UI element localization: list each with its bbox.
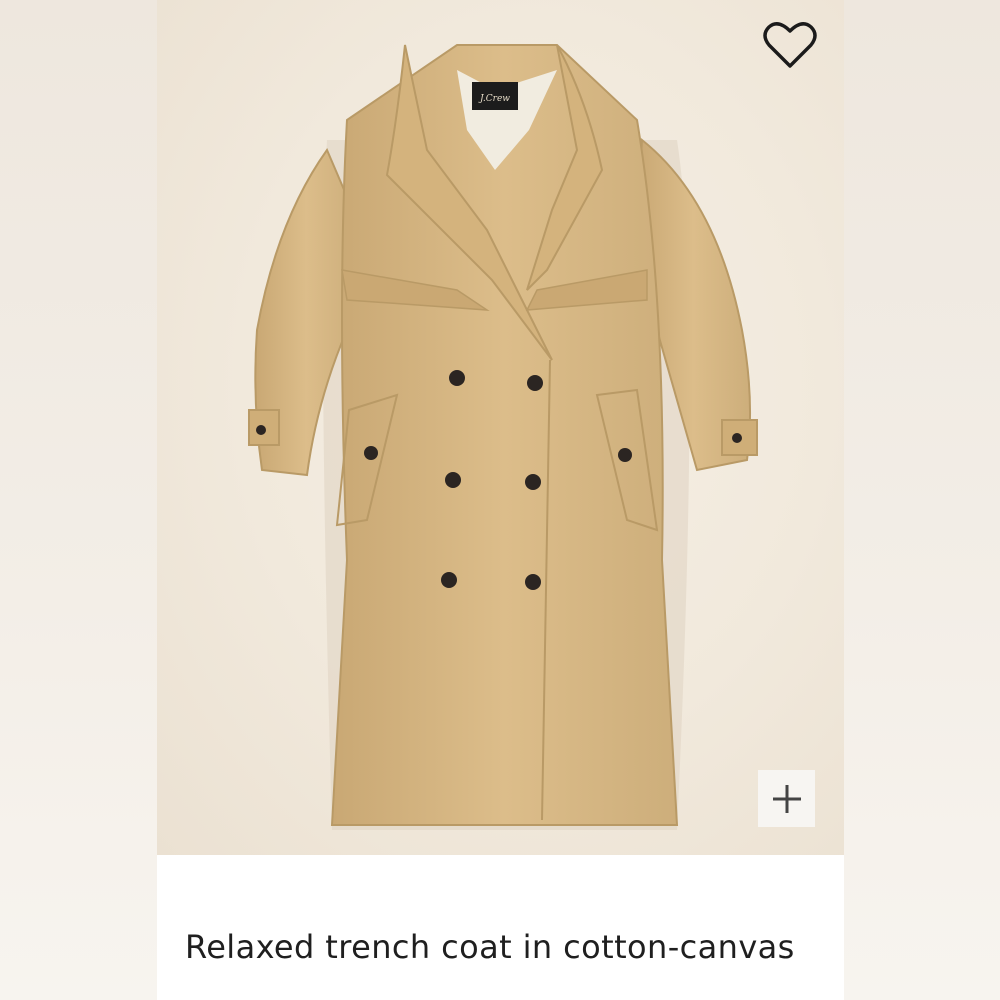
right-backdrop bbox=[844, 0, 1000, 1000]
product-card[interactable]: J.Crew Relaxed trench coat in cotton-can… bbox=[157, 0, 844, 1000]
product-title[interactable]: Relaxed trench coat in cotton-canvas bbox=[185, 928, 825, 966]
plus-icon bbox=[772, 784, 801, 813]
zoom-button[interactable] bbox=[758, 770, 815, 827]
wishlist-button[interactable] bbox=[760, 15, 820, 75]
product-image[interactable]: J.Crew bbox=[157, 0, 844, 855]
coat-button bbox=[618, 448, 632, 462]
coat-button bbox=[441, 572, 457, 588]
heart-outline-icon bbox=[763, 22, 817, 68]
coat-button bbox=[445, 472, 461, 488]
coat-button bbox=[525, 474, 541, 490]
brand-label-text: J.Crew bbox=[478, 94, 510, 104]
coat-button bbox=[525, 574, 541, 590]
coat-button bbox=[527, 375, 543, 391]
trench-coat-image: J.Crew bbox=[248, 44, 758, 830]
coat-button bbox=[364, 446, 378, 460]
coat-button bbox=[449, 370, 465, 386]
left-backdrop bbox=[0, 0, 157, 1000]
